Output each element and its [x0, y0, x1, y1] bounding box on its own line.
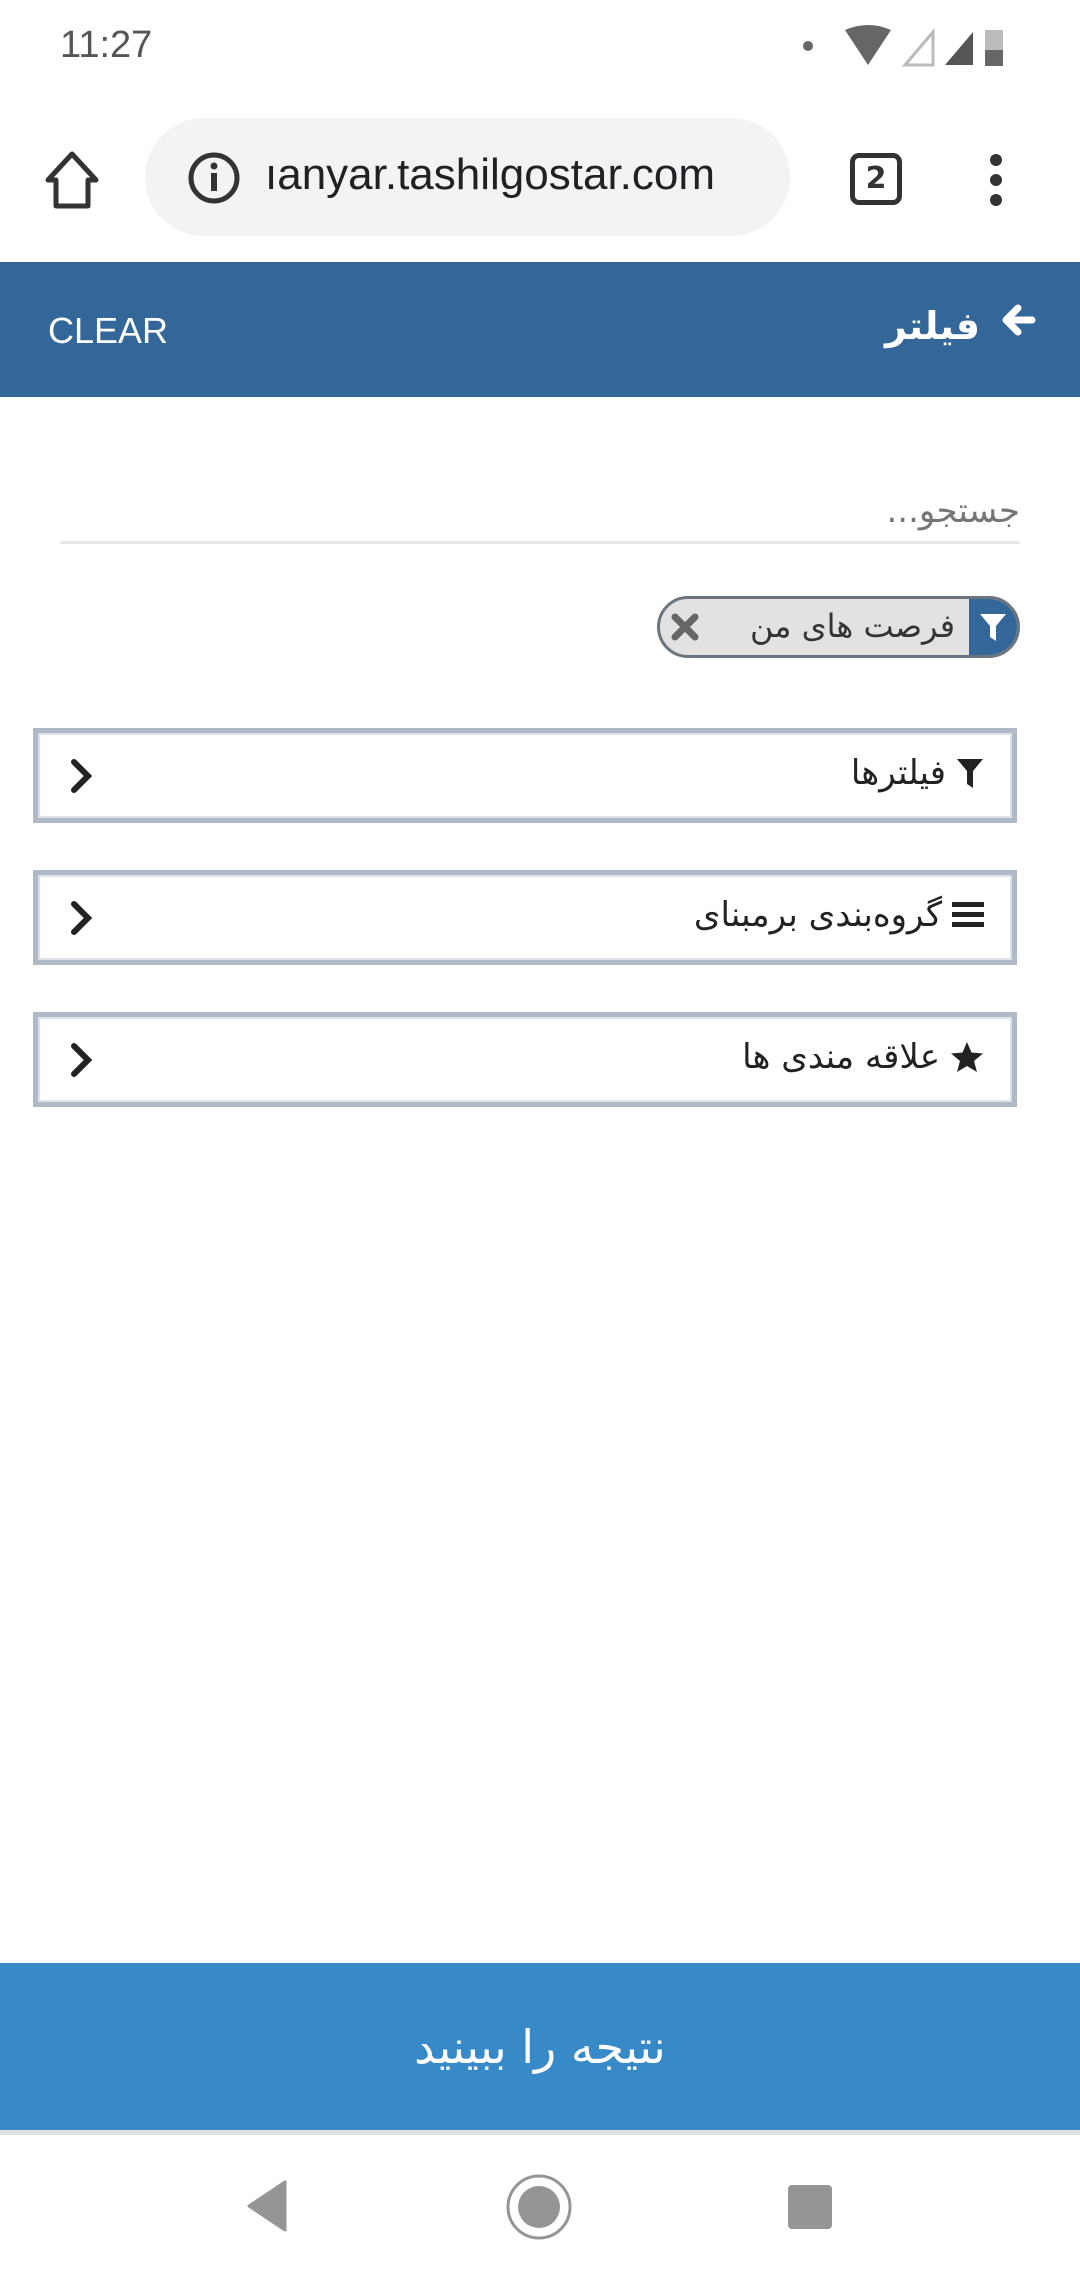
clear-button[interactable]: CLEAR: [48, 310, 168, 352]
nav-home-icon[interactable]: [505, 2173, 573, 2241]
signal-icon: [945, 32, 973, 65]
chip-label: فرصت های من: [749, 607, 955, 645]
status-bar: 11:27: [0, 0, 1080, 95]
url-text[interactable]: ıanyar.tashilgostar.com: [265, 150, 715, 200]
system-nav-bar: [0, 2140, 1080, 2280]
list-icon: [952, 902, 984, 927]
chevron-right-icon: [71, 759, 93, 793]
accordion-group-by[interactable]: گروه‌بندی برمبنای: [33, 870, 1017, 965]
show-results-button[interactable]: نتیجه را ببینید: [0, 1963, 1080, 2135]
chevron-right-icon: [71, 1043, 93, 1077]
search-input[interactable]: [60, 480, 1020, 544]
active-filter-chip: فرصت های من: [657, 596, 1020, 658]
page-title: فیلتر: [884, 304, 980, 348]
filter-icon: [969, 599, 1017, 655]
status-time: 11:27: [60, 24, 153, 66]
accordion-label: علاقه مندی ها: [742, 1037, 940, 1077]
nav-recents-icon[interactable]: [787, 2184, 833, 2230]
battery-icon: [985, 50, 1003, 66]
more-menu-icon[interactable]: [982, 150, 1010, 210]
remove-chip-icon[interactable]: [670, 611, 700, 643]
url-bar[interactable]: ıanyar.tashilgostar.com: [145, 118, 790, 236]
accordion-filters[interactable]: فیلترها: [33, 728, 1017, 823]
star-icon: [951, 1042, 983, 1072]
home-icon[interactable]: [44, 150, 100, 210]
app-header: CLEAR فیلتر: [0, 262, 1080, 397]
filter-icon: [957, 759, 983, 788]
wifi-icon: [845, 25, 891, 65]
accordion-favorites[interactable]: علاقه مندی ها: [33, 1012, 1017, 1107]
status-icons: [803, 25, 1003, 67]
chevron-right-icon: [71, 901, 93, 935]
signal-empty-icon: [901, 27, 935, 67]
nav-back-icon[interactable]: [245, 2180, 289, 2232]
back-arrow-icon[interactable]: [1000, 302, 1036, 338]
accordion-label: فیلترها: [850, 753, 946, 793]
accordion-label: گروه‌بندی برمبنای: [693, 895, 942, 935]
browser-toolbar: ıanyar.tashilgostar.com 2: [0, 95, 1080, 262]
info-icon[interactable]: [187, 151, 241, 205]
tab-switcher-button[interactable]: 2: [850, 153, 902, 205]
